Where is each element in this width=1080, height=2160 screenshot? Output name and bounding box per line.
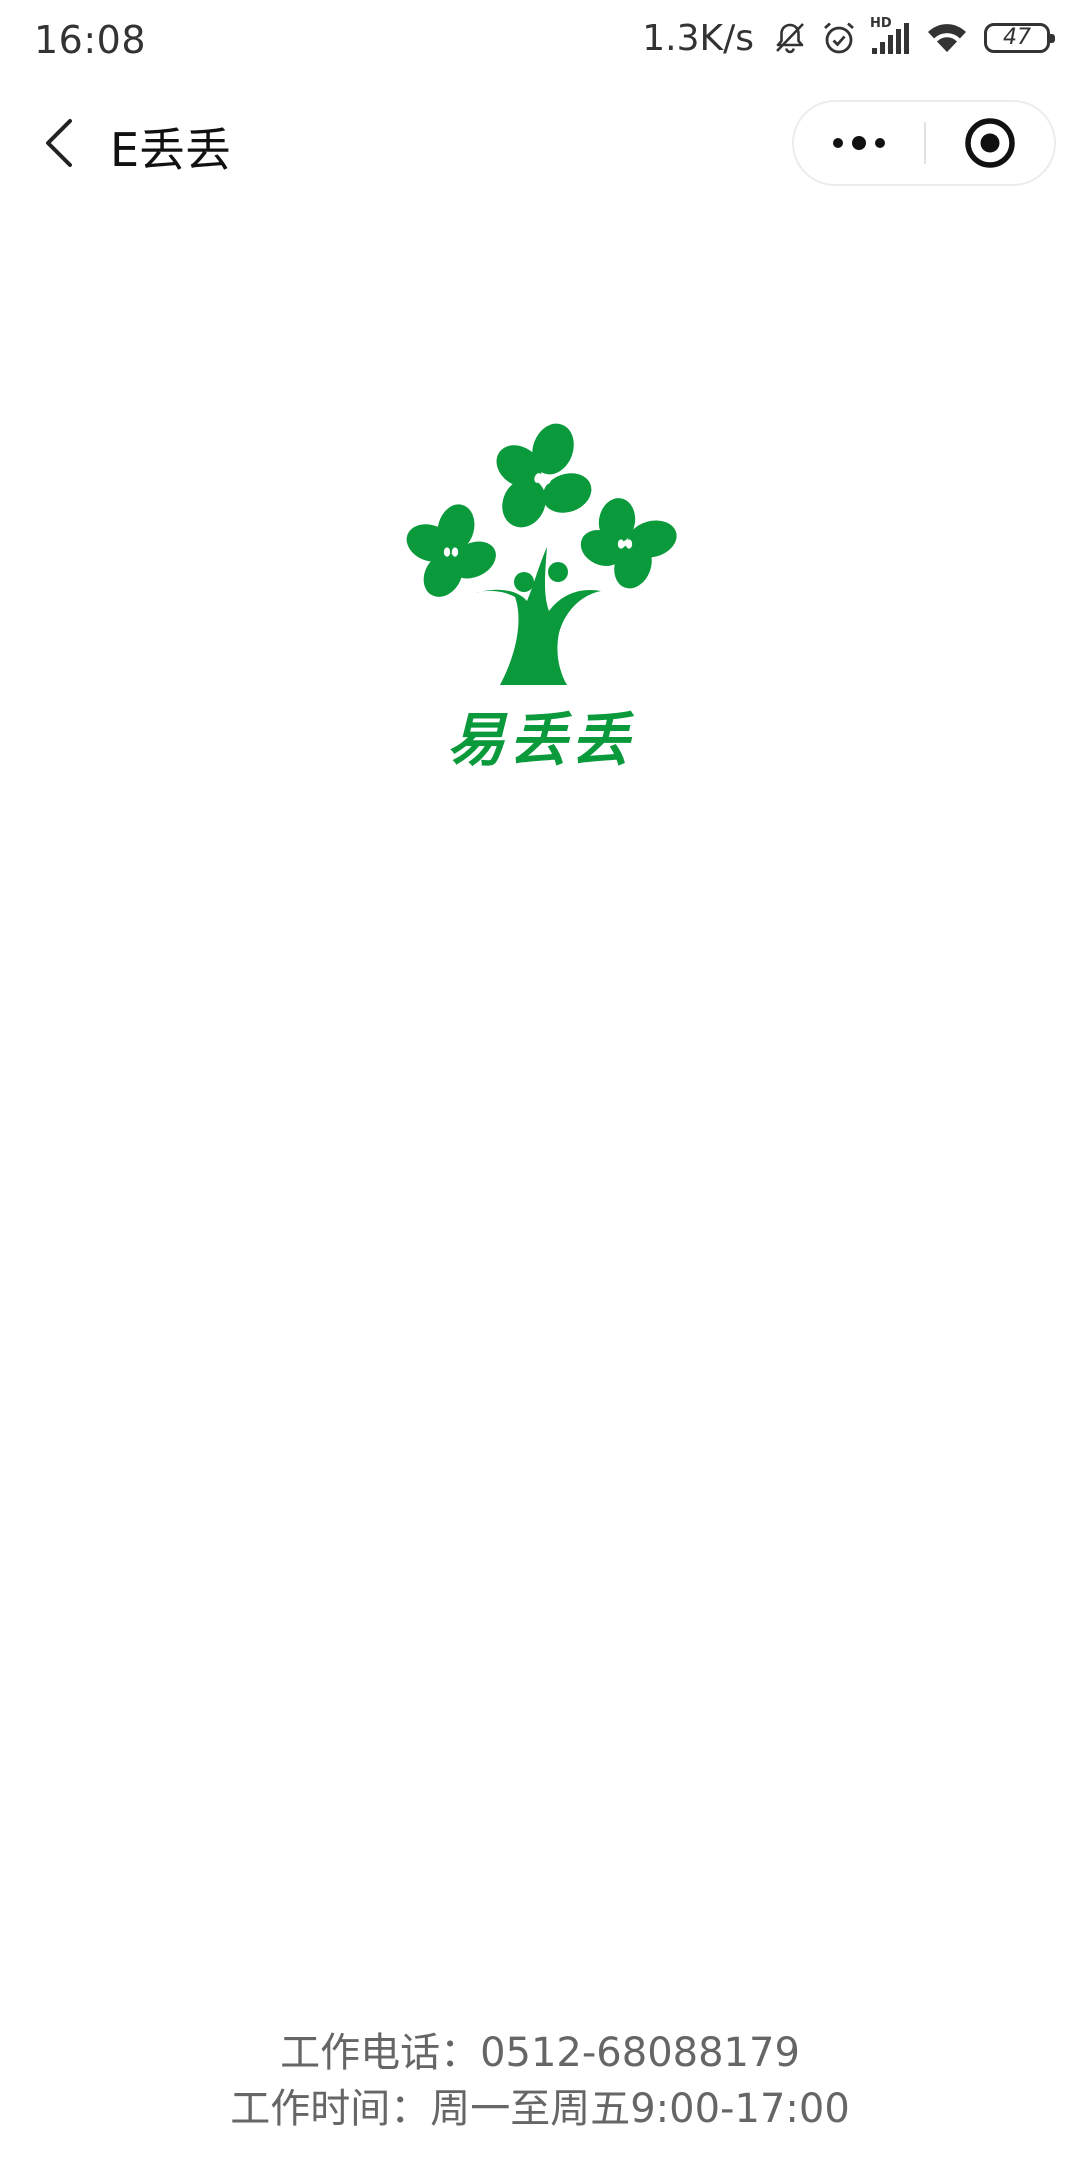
miniprogram-capsule (792, 100, 1056, 186)
hd-label: HD (870, 16, 892, 31)
phone-number: 0512-68088179 (480, 2030, 800, 2076)
alarm-icon (820, 19, 858, 57)
hours-line: 工作时间：周一至周五9:00-17:00 (0, 2081, 1080, 2137)
page: 16:08 1.3K/s HD 47 E丢丢 易丢丢 工作电话：0512-680… (0, 0, 1080, 2160)
battery-level: 47 (1003, 25, 1031, 50)
close-miniprogram-button[interactable] (926, 102, 1054, 184)
back-arrow-icon (46, 119, 72, 167)
hours-label: 工作时间： (230, 2086, 431, 2132)
page-title: E丢丢 (110, 123, 232, 177)
status-icons: 1.3K/s HD 47 (642, 16, 1055, 60)
mute-bell-icon (772, 20, 808, 56)
wifi-icon (926, 21, 968, 55)
status-time: 16:08 (34, 18, 147, 62)
battery-icon: 47 (984, 23, 1055, 53)
phone-label: 工作电话： (280, 2030, 481, 2076)
signal-icon: HD (870, 16, 914, 56)
close-miniprogram-icon (965, 118, 1015, 168)
phone-line: 工作电话：0512-68088179 (0, 2025, 1080, 2081)
brand-logo: 易丢丢 (395, 415, 685, 775)
network-speed: 1.3K/s (642, 17, 754, 59)
contact-footer: 工作电话：0512-68088179 工作时间：周一至周五9:00-17:00 (0, 2025, 1080, 2137)
nav-bar: E丢丢 (0, 78, 1080, 208)
more-button[interactable] (794, 102, 924, 184)
working-hours: 周一至周五9:00-17:00 (430, 2086, 850, 2132)
more-dots-icon (833, 136, 885, 150)
back-button[interactable] (30, 113, 90, 173)
logo-wordmark: 易丢丢 (446, 706, 633, 774)
status-bar: 16:08 1.3K/s HD 47 (0, 0, 1080, 78)
